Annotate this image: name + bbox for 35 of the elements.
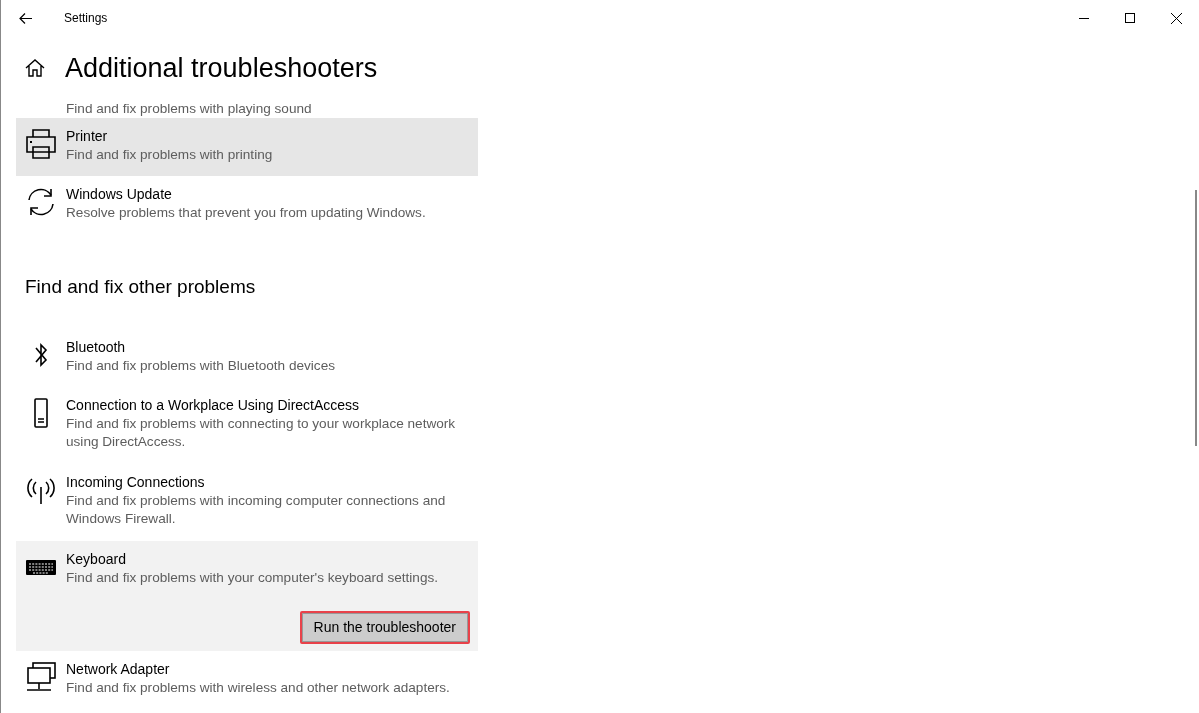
monitors-icon (24, 659, 58, 694)
item-title: Incoming Connections (66, 472, 206, 492)
troubleshooter-item[interactable]: Windows Update Resolve problems that prevent you from updating Windows. (16, 176, 478, 234)
troubleshooter-item[interactable]: Network Adapter Find and fix problems with wireless and other network adapters. (16, 650, 478, 709)
troubleshooter-item[interactable]: Find and fix problems with playing sound (16, 100, 478, 118)
item-description: Find and fix problems with wireless and other network adapters. (66, 678, 451, 697)
troubleshooter-item[interactable]: Printer Find and fix problems with printing (16, 118, 478, 176)
item-title: Network Adapter (66, 659, 171, 679)
troubleshooter-item[interactable]: Connection to a Workplace Using DirectAccess Find and fix problems with connecting to your workplace network using DirectAccess. (16, 386, 478, 464)
window-title: Settings (64, 10, 108, 27)
back-arrow-icon (18, 12, 32, 24)
page-title: Additional troubleshooters (65, 51, 378, 85)
close-icon (1170, 12, 1182, 24)
troubleshooter-item[interactable]: Keyboard Find and fix problems with your computer's keyboard settings. Run the troubleshooter (16, 540, 478, 651)
troubleshooter-item[interactable]: Incoming Connections Find and fix problems with incoming computer connections and Windows Firewall. (16, 463, 478, 541)
item-description: Find and fix problems with incoming computer connections and Windows Firewall. (66, 491, 447, 528)
item-description: Resolve problems that prevent you from updating Windows. (66, 204, 427, 222)
item-title: Windows Update (66, 185, 173, 204)
printer-icon (24, 127, 58, 161)
troubleshooter-item[interactable]: Bluetooth Find and fix problems with Bluetooth devices (16, 328, 478, 387)
item-description: Find and fix problems with playing sound (66, 100, 313, 118)
item-title: Connection to a Workplace Using DirectAccess (66, 395, 361, 415)
run-troubleshooter-button[interactable]: Run the troubleshooter (299, 610, 470, 644)
item-title: Bluetooth (66, 337, 127, 357)
item-description: Find and fix problems with your computer's keyboard settings. (66, 568, 440, 587)
item-title: Keyboard (66, 549, 127, 569)
scrollbar-thumb[interactable] (1195, 190, 1197, 446)
section-heading: Find and fix other problems (25, 276, 257, 299)
minimize-icon (1079, 17, 1089, 19)
maximize-icon (1125, 13, 1135, 23)
home-icon[interactable] (25, 59, 45, 77)
item-title: Printer (66, 127, 109, 146)
item-description: Find and fix problems with printing (66, 146, 274, 164)
item-description: Find and fix problems with Bluetooth devices (66, 356, 336, 375)
item-description: Find and fix problems with connecting to your workplace network using DirectAccess. (66, 414, 457, 451)
